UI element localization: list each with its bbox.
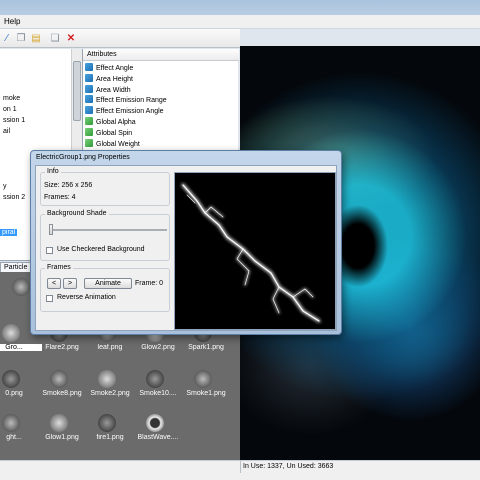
- paste-icon[interactable]: ▤: [31, 33, 41, 44]
- frames-info-label: Frames: 4: [44, 194, 76, 201]
- attribute-row[interactable]: Effect Emission Angle: [85, 106, 164, 116]
- attribute-icon: [85, 106, 93, 115]
- attribute-label: Effect Angle: [96, 65, 134, 72]
- checkered-checkbox[interactable]: [46, 247, 53, 254]
- library-thumbnail: [146, 414, 164, 432]
- status-bar: In Use: 1337, Un Used: 3663: [0, 460, 480, 480]
- dialog-title: ElectricGroup1.png Properties: [36, 154, 130, 161]
- scrollbar-thumb[interactable]: [73, 61, 81, 121]
- library-item[interactable]: Smoke8.png: [38, 368, 86, 408]
- tree-item[interactable]: ssion 2: [3, 194, 25, 201]
- tree-item[interactable]: moke: [3, 95, 20, 102]
- attribute-icon: [85, 117, 93, 125]
- prev-frame-button[interactable]: <: [47, 278, 61, 289]
- attribute-label: Effect Emission Angle: [96, 108, 164, 116]
- attribute-row[interactable]: Global Spin: [85, 127, 133, 138]
- library-thumbnail: [2, 324, 20, 342]
- attribute-icon: [85, 95, 93, 104]
- library-thumbnail: [2, 414, 20, 432]
- background-shade-group: Background Shade Use Checkered Backgroun…: [40, 210, 170, 261]
- library-item[interactable]: 0.png: [0, 368, 38, 408]
- library-thumbnail: [50, 414, 68, 432]
- attribute-row[interactable]: Area Height: [85, 73, 133, 84]
- attributes-header: Attributes: [83, 49, 239, 61]
- attribute-icon: [85, 63, 93, 71]
- library-thumbnail: [194, 370, 212, 388]
- properties-dialog: ElectricGroup1.png Properties Info Size:…: [30, 150, 342, 335]
- reverse-label: Reverse Animation: [57, 294, 116, 301]
- delete-icon[interactable]: ✕: [66, 33, 76, 44]
- attribute-row[interactable]: Area Width: [85, 84, 131, 95]
- attribute-label: Area Width: [96, 86, 131, 94]
- attribute-label: Global Spin: [96, 129, 133, 137]
- attribute-label: Global Weight: [96, 140, 140, 148]
- frames-group: Frames < > Animate Frame: 0 Reverse Anim…: [40, 264, 170, 312]
- menu-help[interactable]: Help: [4, 17, 20, 26]
- library-item-label: Smoke1.png: [186, 390, 226, 397]
- tree-item-selected[interactable]: piral: [0, 229, 18, 236]
- frame-readout: Frame: 0: [135, 280, 164, 287]
- library-thumbnail: [146, 370, 164, 388]
- attribute-row[interactable]: Global Alpha: [85, 117, 136, 127]
- library-thumbnail: [2, 370, 20, 388]
- checkered-label: Use Checkered Background: [57, 246, 145, 253]
- library-item[interactable]: Smoke10....: [134, 368, 182, 408]
- frames-group-title: Frames: [45, 264, 73, 271]
- library-item[interactable]: BlastWave....: [134, 412, 182, 452]
- copy-icon[interactable]: ❐: [16, 33, 26, 44]
- library-thumbnail: [98, 414, 116, 432]
- attribute-label: Global Alpha: [96, 119, 136, 126]
- duplicate-icon[interactable]: ❏: [50, 33, 60, 44]
- texture-preview: [174, 172, 336, 330]
- background-shade-slider-knob[interactable]: [49, 224, 53, 235]
- tree-item[interactable]: y: [3, 183, 7, 190]
- attribute-icon: [85, 127, 93, 136]
- background-shade-slider-track[interactable]: [51, 229, 167, 231]
- library-item[interactable]: fire1.png: [86, 412, 134, 452]
- attribute-label: Area Height: [96, 75, 133, 83]
- library-thumbnail: [98, 370, 116, 388]
- attribute-icon: [85, 73, 93, 82]
- tree-item[interactable]: on 1: [3, 106, 17, 113]
- library-item[interactable]: ght...: [0, 412, 38, 452]
- animate-button[interactable]: Animate: [84, 278, 132, 289]
- size-label: Size: 256 x 256: [44, 182, 93, 189]
- attribute-label: Effect Emission Range: [96, 97, 167, 105]
- tree-item[interactable]: ail: [3, 128, 10, 135]
- background-shade-title: Background Shade: [45, 210, 109, 217]
- info-group: Info Size: 256 x 256 Frames: 4: [40, 168, 170, 206]
- library-item-label: BlastWave....: [137, 434, 179, 441]
- status-usage: In Use: 1337, Un Used: 3663: [243, 463, 334, 470]
- toolbar: ⁄ ❐ ▤ ❏ ✕: [0, 29, 240, 48]
- attribute-row[interactable]: Effect Emission Range: [85, 95, 167, 105]
- reverse-checkbox[interactable]: [46, 295, 53, 302]
- dialog-body: Info Size: 256 x 256 Frames: 4 Backgroun…: [35, 165, 337, 331]
- library-item[interactable]: Smoke1.png: [182, 368, 230, 408]
- status-divider: [240, 461, 241, 473]
- next-frame-button[interactable]: >: [63, 278, 77, 289]
- attribute-icon: [85, 84, 93, 93]
- library-item[interactable]: Glow1.png: [38, 412, 86, 452]
- library-item-label: Spark1.png: [188, 344, 224, 351]
- attribute-row[interactable]: Effect Angle: [85, 63, 133, 73]
- attribute-icon: [85, 138, 93, 147]
- lightning-preview-image: [181, 183, 321, 323]
- info-group-title: Info: [45, 168, 61, 175]
- tab-particle[interactable]: Particle: [0, 262, 32, 272]
- window-titlebar: [0, 0, 480, 15]
- wand-icon[interactable]: ⁄: [2, 33, 12, 44]
- library-thumbnail: [50, 370, 68, 388]
- library-item[interactable]: Smoke2.png: [86, 368, 134, 408]
- attribute-row[interactable]: Global Weight: [85, 138, 140, 149]
- menu-bar: Help: [0, 15, 480, 29]
- tree-item[interactable]: ssion 1: [3, 117, 25, 124]
